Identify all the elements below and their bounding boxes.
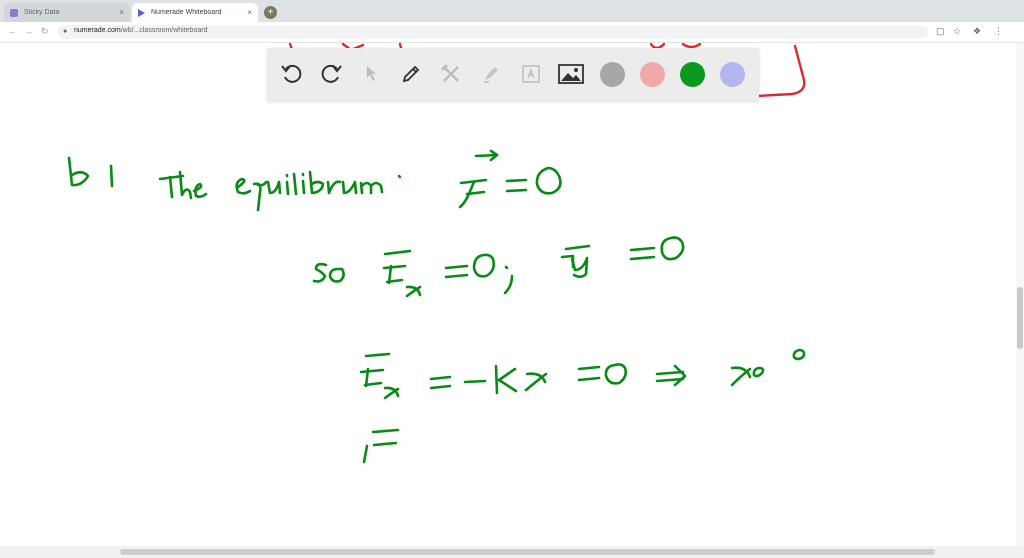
image-icon[interactable]: [557, 60, 585, 88]
swatch-dot: [679, 61, 705, 87]
color-pink-swatch[interactable]: [638, 60, 666, 88]
green-ink-strokes: [67, 149, 806, 464]
vertical-scrollbar[interactable]: [1016, 43, 1024, 546]
color-green-swatch[interactable]: [678, 60, 706, 88]
swatch-dot: [719, 61, 745, 87]
color-lavender-swatch[interactable]: [718, 60, 746, 88]
swatch-dot: [639, 61, 665, 87]
vertical-scroll-thumb[interactable]: [1017, 287, 1023, 349]
redo-icon[interactable]: [317, 60, 345, 88]
horizontal-scrollbar[interactable]: [0, 546, 1024, 558]
whiteboard-toolbar: [267, 48, 759, 101]
horizontal-scroll-thumb[interactable]: [120, 549, 935, 555]
undo-icon[interactable]: [278, 60, 306, 88]
swatch-dot: [599, 61, 625, 87]
select-icon[interactable]: [357, 60, 385, 88]
text-box-icon[interactable]: [517, 60, 545, 88]
color-gray-swatch[interactable]: [598, 60, 626, 88]
highlighter-icon[interactable]: [477, 60, 505, 88]
tools-icon[interactable]: [437, 60, 465, 88]
pen-icon[interactable]: [397, 60, 425, 88]
